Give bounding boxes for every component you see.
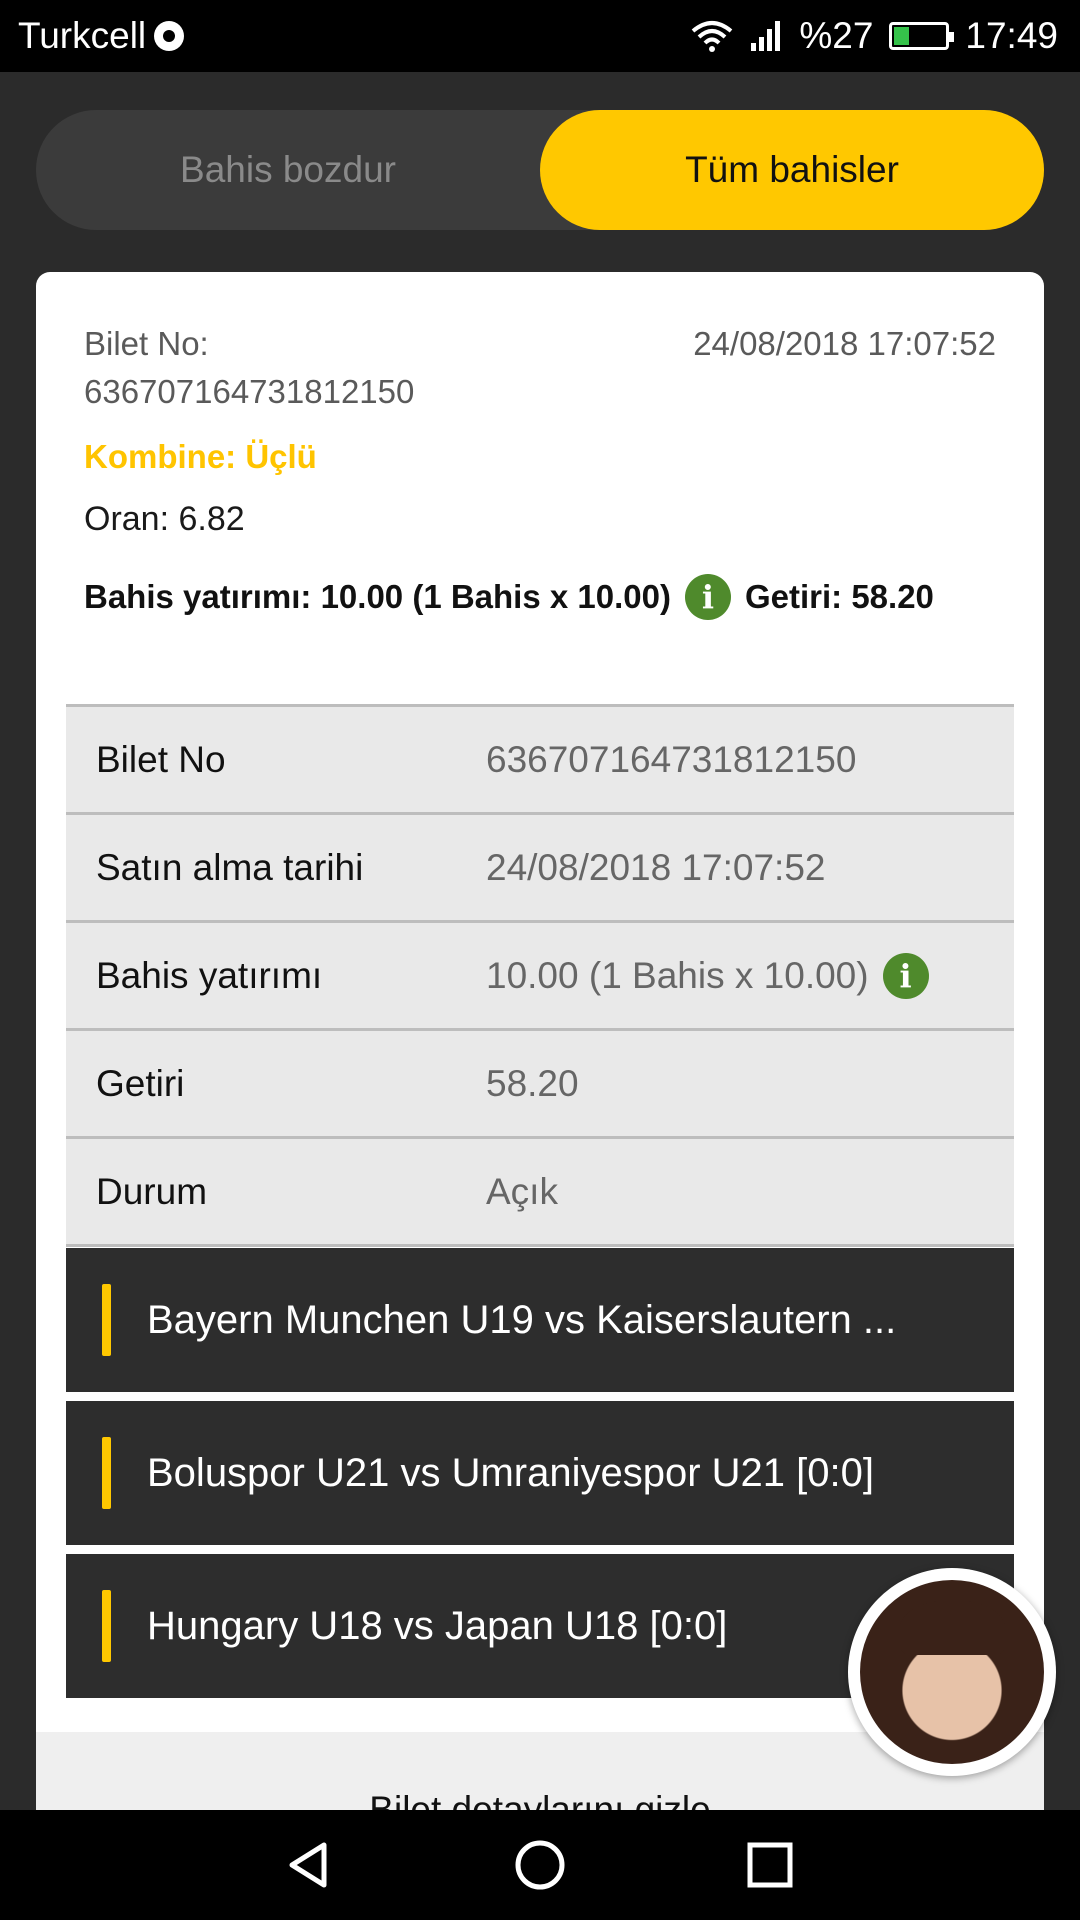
detail-value: 636707164731812150: [486, 738, 857, 780]
ticket-header: Bilet No: 636707164731812150 24/08/2018 …: [36, 272, 1044, 620]
table-row: Durum Açık: [66, 1139, 1014, 1247]
detail-value-with-info: 10.00 (1 Bahis x 10.00) i: [486, 952, 929, 999]
return-summary: Getiri: 58.20: [744, 578, 934, 615]
home-icon[interactable]: [510, 1835, 570, 1895]
detail-key: Getiri: [96, 1062, 185, 1104]
table-row: Satın alma tarihi 24/08/2018 17:07:52: [66, 815, 1014, 923]
avatar-photo: [860, 1580, 1044, 1764]
battery-percent: %27: [799, 15, 874, 56]
navigation-bar: [0, 1810, 1080, 1920]
stake-summary-line: Bahis yatırımı: 10.00 (1 Bahis x 10.00) …: [84, 574, 996, 620]
list-item[interactable]: Boluspor U21 vs Umraniyespor U21 [0:0]: [66, 1401, 1014, 1545]
table-row: Getiri 58.20: [66, 1031, 1014, 1139]
detail-value: 10.00 (1 Bahis x 10.00): [486, 954, 869, 996]
wifi-icon: [692, 21, 733, 52]
ticket-card: Bilet No: 636707164731812150 24/08/2018 …: [36, 272, 1044, 1812]
event-accent-bar: [102, 1437, 111, 1509]
event-accent-bar: [102, 1590, 111, 1662]
recents-icon[interactable]: [740, 1835, 800, 1895]
ticket-datetime: 24/08/2018 17:07:52: [693, 325, 996, 362]
event-title: Hungary U18 vs Japan U18 [0:0]: [147, 1603, 728, 1648]
info-icon[interactable]: i: [882, 952, 929, 999]
detail-key: Durum: [96, 1170, 208, 1212]
bet-tabs: Bahis bozdur Tüm bahisler: [36, 110, 1044, 230]
event-accent-bar: [102, 1284, 111, 1356]
table-row: Bahis yatırımı 10.00 (1 Bahis x 10.00) i: [66, 923, 1014, 1031]
battery-icon: [889, 22, 955, 50]
avatar[interactable]: [848, 1568, 1056, 1776]
info-icon[interactable]: i: [684, 574, 731, 620]
tab-all-bets[interactable]: Tüm bahisler: [540, 110, 1044, 230]
carrier-label: Turkcell: [18, 15, 147, 56]
status-bar: Turkcell %27 17:49: [0, 0, 1080, 72]
detail-key: Bilet No: [96, 738, 226, 780]
table-row: Bilet No 636707164731812150: [66, 707, 1014, 815]
chrome-icon: [154, 21, 185, 51]
tab-cash-out[interactable]: Bahis bozdur: [36, 110, 540, 230]
combo-type: Kombine: Üçlü: [84, 438, 317, 475]
signal-icon: [751, 21, 781, 51]
detail-value: Açık: [486, 1170, 558, 1212]
ticket-details-table: Bilet No 636707164731812150 Satın alma t…: [66, 704, 1014, 1247]
list-item[interactable]: Bayern Munchen U19 vs Kaiserslautern ...: [66, 1248, 1014, 1392]
back-icon[interactable]: [280, 1835, 340, 1895]
stake-summary: Bahis yatırımı: 10.00 (1 Bahis x 10.00): [84, 578, 671, 615]
event-title: Bayern Munchen U19 vs Kaiserslautern ...: [147, 1297, 897, 1342]
detail-value: 24/08/2018 17:07:52: [486, 846, 826, 888]
odds: Oran: 6.82: [84, 500, 245, 538]
ticket-no-value: 636707164731812150: [84, 373, 415, 410]
detail-key: Satın alma tarihi: [96, 846, 364, 888]
detail-key: Bahis yatırımı: [96, 954, 323, 996]
clock: 17:49: [965, 15, 1058, 56]
event-title: Boluspor U21 vs Umraniyespor U21 [0:0]: [147, 1450, 874, 1495]
detail-value: 58.20: [486, 1062, 579, 1104]
